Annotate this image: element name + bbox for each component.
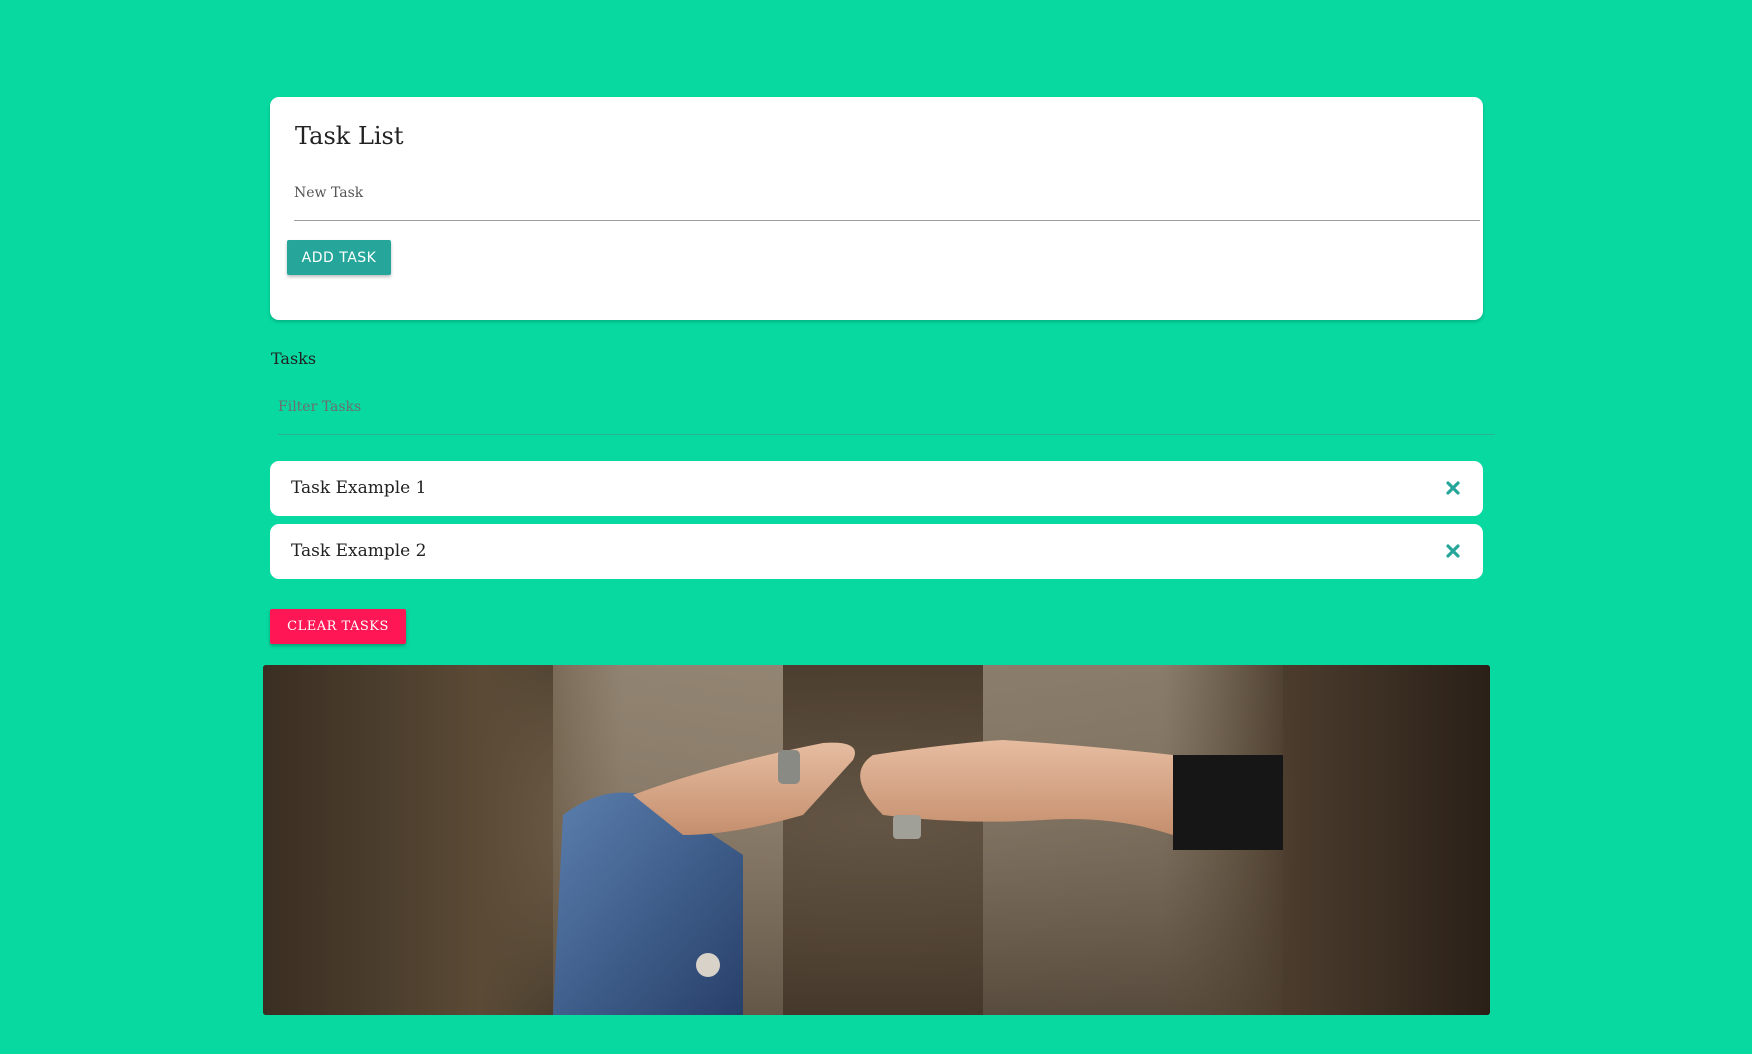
new-task-input[interactable] xyxy=(294,220,1480,221)
task-item: Task Example 2 xyxy=(270,524,1483,579)
close-icon[interactable] xyxy=(1444,542,1462,560)
card-title: Task List xyxy=(295,122,404,150)
hands-photo xyxy=(263,665,1490,1015)
new-task-label: New Task xyxy=(294,185,364,201)
add-task-button[interactable]: ADD TASK xyxy=(287,240,391,275)
clear-tasks-button[interactable]: CLEAR TASKS xyxy=(270,609,406,644)
close-icon[interactable] xyxy=(1444,479,1462,497)
task-form-card: Task List New Task ADD TASK xyxy=(270,97,1483,320)
filter-tasks-label: Filter Tasks xyxy=(278,399,362,415)
tasks-heading: Tasks xyxy=(271,349,317,368)
task-item: Task Example 1 xyxy=(270,461,1483,516)
task-item-label: Task Example 1 xyxy=(291,478,427,498)
filter-tasks-input[interactable] xyxy=(278,434,1495,435)
hands-photo-image xyxy=(263,665,1490,1015)
task-item-label: Task Example 2 xyxy=(291,541,427,561)
